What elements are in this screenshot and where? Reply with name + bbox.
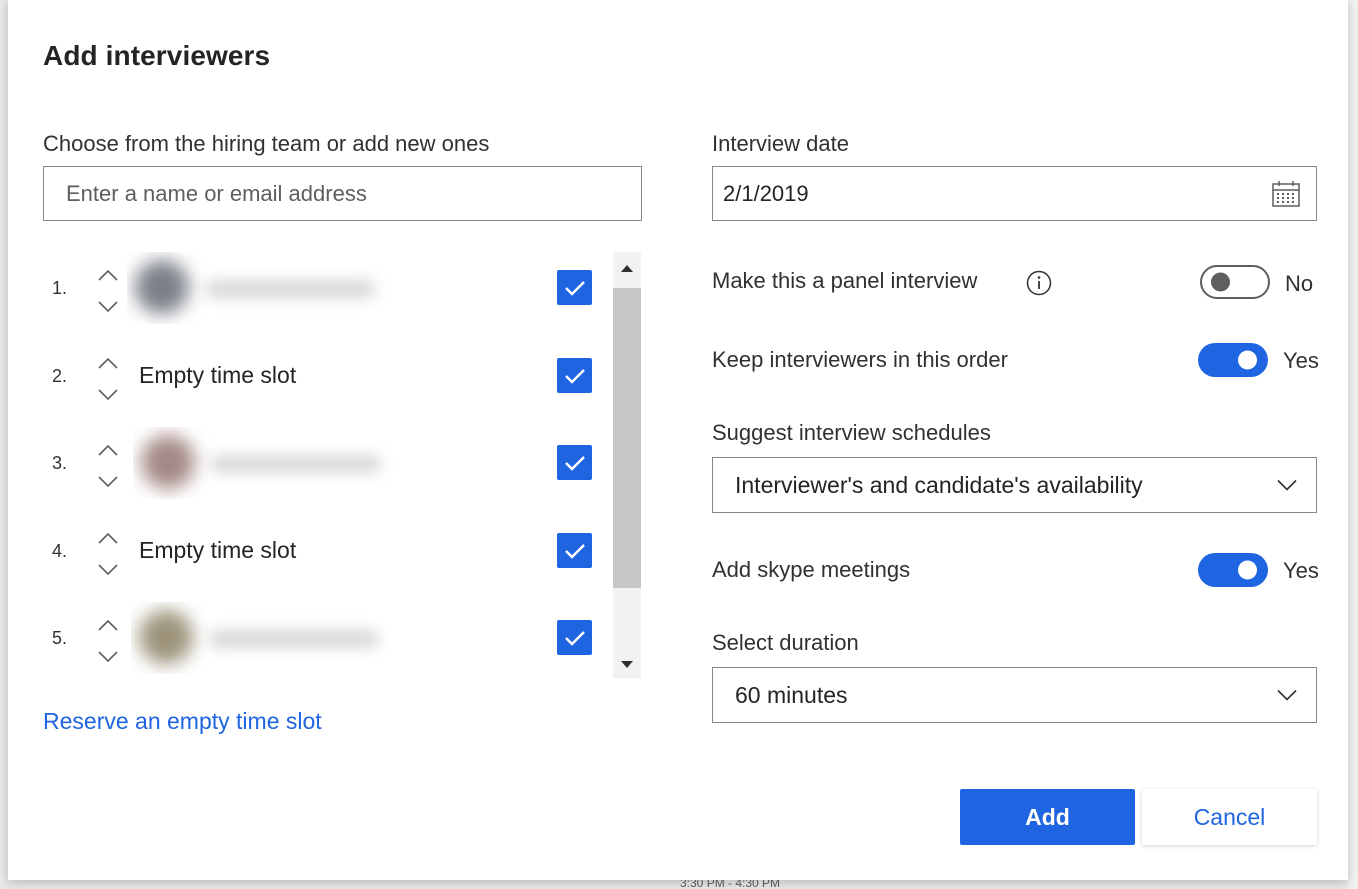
row-number: 3. xyxy=(52,453,68,473)
move-down-icon[interactable] xyxy=(97,300,119,318)
keep-order-state: Yes xyxy=(1283,348,1319,373)
search-field[interactable] xyxy=(43,166,642,221)
avatar xyxy=(139,610,193,664)
keep-order-label: Keep interviewers in this order xyxy=(712,347,1008,372)
skype-meetings-label: Add skype meetings xyxy=(712,557,911,582)
row-number: 5. xyxy=(52,628,68,648)
include-checkbox[interactable] xyxy=(557,270,592,305)
add-button[interactable]: Add xyxy=(960,789,1135,845)
checkmark-icon xyxy=(564,368,585,384)
avatar xyxy=(135,260,189,314)
row-number: 2. xyxy=(52,366,68,386)
avatar xyxy=(141,435,195,489)
interviewer-card xyxy=(127,252,395,324)
include-checkbox[interactable] xyxy=(557,533,592,568)
add-interviewers-dialog: Add interviewers Choose from the hiring … xyxy=(8,0,1348,880)
empty-slot-label: Empty time slot xyxy=(139,362,297,388)
toggle-knob xyxy=(1238,560,1257,580)
include-checkbox[interactable] xyxy=(557,358,592,393)
info-icon[interactable] xyxy=(1026,270,1052,296)
scroll-down-icon[interactable] xyxy=(620,657,634,671)
panel-interview-state: No xyxy=(1285,271,1314,296)
interviewers-label: Choose from the hiring team or add new o… xyxy=(43,131,490,156)
move-up-icon[interactable] xyxy=(97,531,119,549)
interview-date-value: 2/1/2019 xyxy=(723,180,809,206)
move-down-icon[interactable] xyxy=(97,650,119,668)
list-item: 5. xyxy=(43,602,633,678)
interviewer-card xyxy=(133,427,401,499)
interviewer-card xyxy=(131,602,399,674)
checkmark-icon xyxy=(564,280,585,296)
chevron-down-icon xyxy=(1276,472,1298,499)
scrollbar-thumb[interactable] xyxy=(613,288,641,588)
suggest-schedules-dropdown[interactable]: Interviewer's and candidate's availabili… xyxy=(712,457,1317,513)
list-item: 1. xyxy=(43,252,633,332)
move-down-icon[interactable] xyxy=(97,475,119,493)
checkmark-icon xyxy=(564,455,585,471)
chevron-down-icon xyxy=(1276,682,1298,709)
duration-label: Select duration xyxy=(712,630,859,655)
cancel-button[interactable]: Cancel xyxy=(1142,789,1317,845)
move-up-icon[interactable] xyxy=(97,618,119,636)
toggle-knob xyxy=(1238,350,1257,370)
suggest-schedules-label: Suggest interview schedules xyxy=(712,420,991,445)
include-checkbox[interactable] xyxy=(557,620,592,655)
include-checkbox[interactable] xyxy=(557,445,592,480)
skype-meetings-toggle[interactable] xyxy=(1198,553,1268,587)
interviewer-name-blurred xyxy=(209,630,379,648)
duration-value: 60 minutes xyxy=(735,681,848,708)
dialog-title: Add interviewers xyxy=(43,40,271,71)
reserve-empty-slot-link[interactable]: Reserve an empty time slot xyxy=(43,708,322,735)
move-down-icon[interactable] xyxy=(97,563,119,581)
checkmark-icon xyxy=(564,543,585,559)
suggest-schedules-value: Interviewer's and candidate's availabili… xyxy=(735,471,1143,498)
row-number: 1. xyxy=(52,278,68,298)
move-up-icon[interactable] xyxy=(97,443,119,461)
interview-date-field[interactable]: 2/1/2019 xyxy=(712,166,1317,221)
empty-slot-label: Empty time slot xyxy=(139,537,297,563)
interviewer-list: 1. 2. Empty time slot 3. 4. Empty time s… xyxy=(43,252,633,678)
background-right-strip xyxy=(1348,0,1358,889)
panel-interview-label: Make this a panel interview xyxy=(712,268,978,293)
list-item: 2. Empty time slot xyxy=(43,340,633,420)
list-item: 3. xyxy=(43,427,633,507)
row-number: 4. xyxy=(52,541,68,561)
scroll-up-icon[interactable] xyxy=(620,260,634,274)
list-item: 4. Empty time slot xyxy=(43,515,633,595)
panel-interview-toggle[interactable] xyxy=(1200,265,1270,299)
interviewer-name-blurred xyxy=(205,280,375,298)
skype-meetings-state: Yes xyxy=(1283,558,1319,583)
interview-date-label: Interview date xyxy=(712,131,849,156)
calendar-icon[interactable] xyxy=(1271,180,1301,208)
checkmark-icon xyxy=(564,630,585,646)
toggle-knob xyxy=(1211,272,1230,292)
duration-dropdown[interactable]: 60 minutes xyxy=(712,667,1317,723)
keep-order-toggle[interactable] xyxy=(1198,343,1268,377)
move-down-icon[interactable] xyxy=(97,388,119,406)
interviewer-name-blurred xyxy=(211,455,381,473)
search-input[interactable] xyxy=(66,180,641,207)
move-up-icon[interactable] xyxy=(97,356,119,374)
move-up-icon[interactable] xyxy=(97,268,119,286)
